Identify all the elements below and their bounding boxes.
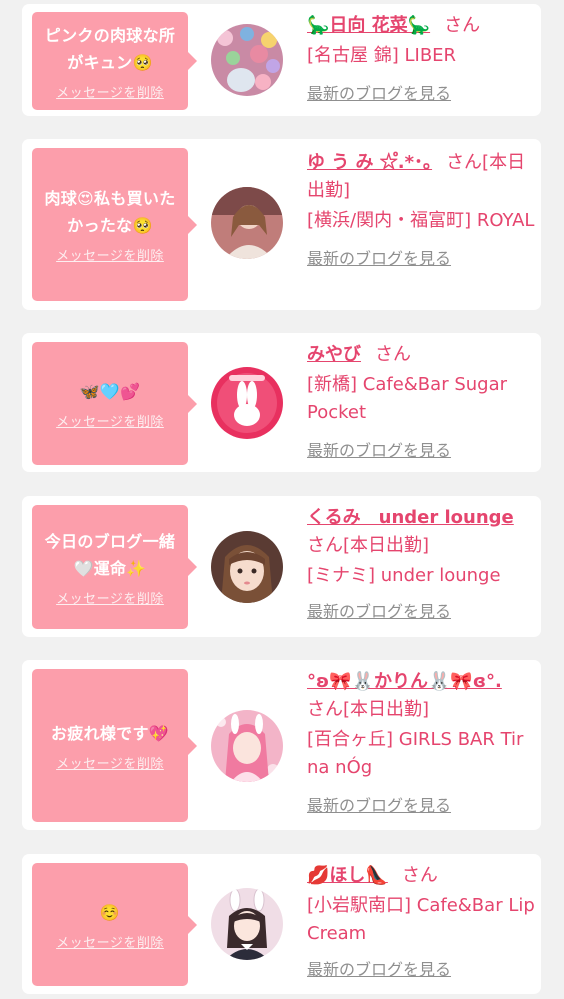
- shop-name: [百合ヶ丘] GIRLS BAR Tir na nÓg: [307, 729, 524, 778]
- latest-blog-link[interactable]: 最新のブログを見る: [307, 792, 539, 820]
- message-bubble: ☺️ メッセージを削除: [32, 863, 197, 986]
- girl-info: 🦕日向 花菜🦕 さん [名古屋 錦] LIBER 最新のブログを見る: [307, 12, 539, 108]
- honorific: さん: [401, 865, 438, 886]
- delete-message-link[interactable]: メッセージを削除: [56, 588, 164, 607]
- delete-message-link[interactable]: メッセージを削除: [56, 932, 164, 951]
- avatar[interactable]: [211, 710, 283, 782]
- girl-name-link[interactable]: くるみ under lounge: [307, 507, 514, 528]
- latest-blog-link[interactable]: 最新のブログを見る: [307, 956, 539, 984]
- avatar[interactable]: [211, 888, 283, 960]
- honorific: さん[本日出勤]: [307, 535, 430, 556]
- avatar[interactable]: [211, 24, 283, 96]
- message-card: ピンクの肉球な所がキュン🥺 メッセージを削除 🦕日向 花菜🦕 さん [名古屋 錦]…: [22, 4, 541, 116]
- avatar[interactable]: [211, 367, 283, 439]
- shop-name: [名古屋 錦] LIBER: [307, 45, 457, 66]
- girl-info: °ʚ🎀🐰かりん🐰🎀ɞ°. さん[本日出勤] [百合ヶ丘] GIRLS BAR T…: [307, 668, 539, 820]
- message-text: ピンクの肉球な所がキュン🥺: [44, 25, 176, 72]
- shop-name: [ミナミ] under lounge: [307, 565, 501, 586]
- message-text: 今日のブログ一緒🤍運命✨: [44, 531, 176, 578]
- latest-blog-link[interactable]: 最新のブログを見る: [307, 437, 539, 465]
- message-card: お疲れ様です💖 メッセージを削除 °ʚ🎀🐰かりん🐰🎀ɞ°. さん[本日出勤] […: [22, 660, 541, 830]
- latest-blog-link[interactable]: 最新のブログを見る: [307, 245, 539, 273]
- message-card: 🦋🩵💕 メッセージを削除 みやび さん [新橋] Cafe&Bar Sugar P…: [22, 333, 541, 472]
- delete-message-link[interactable]: メッセージを削除: [56, 82, 164, 101]
- message-card: 今日のブログ一緒🤍運命✨ メッセージを削除 くるみ under lounge さ…: [22, 496, 541, 637]
- girl-name-link[interactable]: 🦕日向 花菜🦕: [307, 15, 430, 36]
- girl-info: 💋ほし👠 さん [小岩駅南口] Cafe&Bar Lip Cream 最新のブログ…: [307, 862, 539, 984]
- message-text: 肉球😍私も買いたかったな🥺: [44, 189, 176, 235]
- girl-name-link[interactable]: °ʚ🎀🐰かりん🐰🎀ɞ°.: [307, 671, 502, 692]
- girl-info: みやび さん [新橋] Cafe&Bar Sugar Pocket 最新のブログを…: [307, 341, 539, 465]
- honorific: さん[本日出勤]: [307, 699, 430, 720]
- message-bubble: ピンクの肉球な所がキュン🥺 メッセージを削除: [32, 12, 197, 110]
- message-card: ☺️ メッセージを削除 💋ほし👠 さん [小岩駅南口] Cafe&Bar Lip …: [22, 854, 541, 994]
- girl-name-link[interactable]: みやび: [307, 344, 361, 365]
- message-text: お疲れ様です💖: [50, 723, 170, 743]
- avatar[interactable]: [211, 531, 283, 603]
- shop-name: [新橋] Cafe&Bar Sugar Pocket: [307, 374, 508, 423]
- message-bubble: お疲れ様です💖 メッセージを削除: [32, 669, 197, 822]
- message-bubble: 肉球😍私も買いたかったな🥺 メッセージを削除: [32, 148, 197, 301]
- latest-blog-link[interactable]: 最新のブログを見る: [307, 80, 539, 108]
- girl-name-link[interactable]: 💋ほし👠: [307, 865, 388, 886]
- girl-info: ゆ う み ☆゚.*･｡ さん[本日出勤] [横浜/関内・福富町] ROYAL 最…: [307, 149, 539, 273]
- delete-message-link[interactable]: メッセージを削除: [56, 411, 164, 430]
- latest-blog-link[interactable]: 最新のブログを見る: [307, 598, 539, 626]
- shop-name: [横浜/関内・福富町] ROYAL: [307, 210, 535, 231]
- message-bubble: 🦋🩵💕 メッセージを削除: [32, 342, 197, 465]
- delete-message-link[interactable]: メッセージを削除: [56, 753, 164, 772]
- message-card: 肉球😍私も買いたかったな🥺 メッセージを削除 ゆ う み ☆゚.*･｡ さん[本日…: [22, 139, 541, 310]
- delete-message-link[interactable]: メッセージを削除: [56, 245, 164, 264]
- honorific: さん: [375, 344, 411, 365]
- girl-info: くるみ under lounge さん[本日出勤] [ミナミ] under lo…: [307, 504, 539, 626]
- avatar[interactable]: [211, 187, 283, 259]
- message-bubble: 今日のブログ一緒🤍運命✨ メッセージを削除: [32, 505, 197, 629]
- shop-name: [小岩駅南口] Cafe&Bar Lip Cream: [307, 895, 535, 944]
- message-text: 🦋🩵💕: [79, 381, 141, 401]
- girl-name-link[interactable]: ゆ う み ☆゚.*･｡: [307, 152, 432, 173]
- message-text: ☺️: [99, 902, 121, 922]
- honorific: さん: [444, 15, 481, 36]
